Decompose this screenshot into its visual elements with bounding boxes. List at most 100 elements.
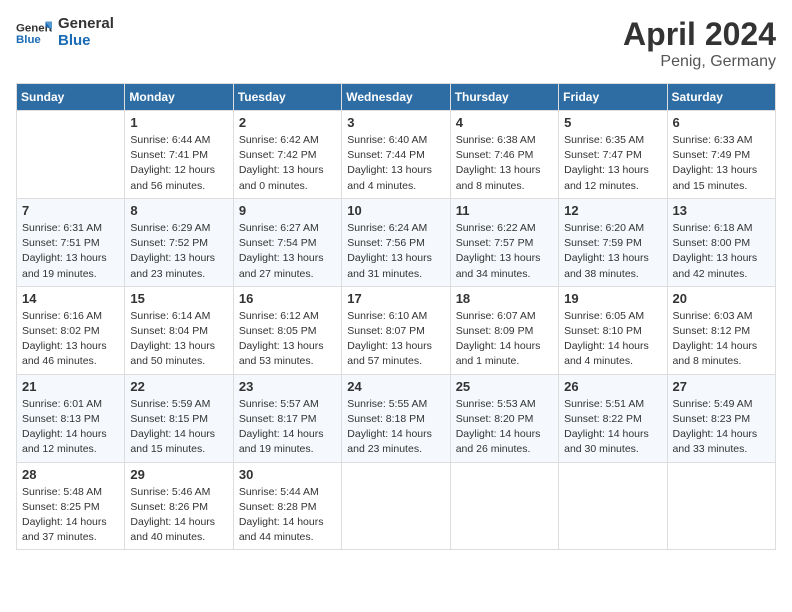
calendar-cell: 26 Sunrise: 5:51 AM Sunset: 8:22 PM Dayli… (559, 374, 667, 462)
day-info: Sunrise: 6:35 AM Sunset: 7:47 PM Dayligh… (564, 133, 661, 194)
calendar-cell: 19 Sunrise: 6:05 AM Sunset: 8:10 PM Dayli… (559, 286, 667, 374)
calendar-cell: 24 Sunrise: 5:55 AM Sunset: 8:18 PM Dayli… (342, 374, 450, 462)
calendar-cell: 25 Sunrise: 5:53 AM Sunset: 8:20 PM Dayli… (450, 374, 558, 462)
day-number: 4 (456, 115, 553, 130)
day-info: Sunrise: 6:29 AM Sunset: 7:52 PM Dayligh… (130, 221, 227, 282)
header-day-sunday: Sunday (17, 84, 125, 111)
day-number: 10 (347, 203, 444, 218)
day-number: 17 (347, 291, 444, 306)
day-number: 2 (239, 115, 336, 130)
calendar-cell: 4 Sunrise: 6:38 AM Sunset: 7:46 PM Daylig… (450, 111, 558, 199)
day-number: 14 (22, 291, 119, 306)
header-day-tuesday: Tuesday (233, 84, 341, 111)
calendar-cell (667, 462, 775, 550)
location-title: Penig, Germany (623, 53, 776, 71)
calendar-cell: 30 Sunrise: 5:44 AM Sunset: 8:28 PM Dayli… (233, 462, 341, 550)
day-number: 6 (673, 115, 770, 130)
day-info: Sunrise: 6:12 AM Sunset: 8:05 PM Dayligh… (239, 309, 336, 370)
calendar-week-2: 7 Sunrise: 6:31 AM Sunset: 7:51 PM Daylig… (17, 198, 776, 286)
calendar-week-1: 1 Sunrise: 6:44 AM Sunset: 7:41 PM Daylig… (17, 111, 776, 199)
day-info: Sunrise: 6:33 AM Sunset: 7:49 PM Dayligh… (673, 133, 770, 194)
calendar-week-5: 28 Sunrise: 5:48 AM Sunset: 8:25 PM Dayli… (17, 462, 776, 550)
svg-text:Blue: Blue (16, 33, 41, 45)
calendar-cell (559, 462, 667, 550)
logo: General Blue General Blue (16, 16, 114, 49)
day-info: Sunrise: 6:14 AM Sunset: 8:04 PM Dayligh… (130, 309, 227, 370)
day-info: Sunrise: 6:38 AM Sunset: 7:46 PM Dayligh… (456, 133, 553, 194)
logo-text-line2: Blue (58, 33, 114, 50)
day-number: 12 (564, 203, 661, 218)
day-info: Sunrise: 5:44 AM Sunset: 8:28 PM Dayligh… (239, 485, 336, 546)
calendar-cell: 11Sunrise: 6:22 AM Sunset: 7:57 PM Dayli… (450, 198, 558, 286)
day-number: 22 (130, 379, 227, 394)
day-number: 29 (130, 467, 227, 482)
calendar-cell: 5Sunrise: 6:35 AM Sunset: 7:47 PM Daylig… (559, 111, 667, 199)
day-info: Sunrise: 6:40 AM Sunset: 7:44 PM Dayligh… (347, 133, 444, 194)
day-info: Sunrise: 5:57 AM Sunset: 8:17 PM Dayligh… (239, 397, 336, 458)
calendar-week-4: 21Sunrise: 6:01 AM Sunset: 8:13 PM Dayli… (17, 374, 776, 462)
day-info: Sunrise: 6:03 AM Sunset: 8:12 PM Dayligh… (673, 309, 770, 370)
calendar-cell: 9 Sunrise: 6:27 AM Sunset: 7:54 PM Daylig… (233, 198, 341, 286)
day-number: 9 (239, 203, 336, 218)
calendar-cell: 6 Sunrise: 6:33 AM Sunset: 7:49 PM Daylig… (667, 111, 775, 199)
day-info: Sunrise: 6:07 AM Sunset: 8:09 PM Dayligh… (456, 309, 553, 370)
day-info: Sunrise: 5:46 AM Sunset: 8:26 PM Dayligh… (130, 485, 227, 546)
day-number: 21 (22, 379, 119, 394)
day-number: 28 (22, 467, 119, 482)
calendar-cell: 28 Sunrise: 5:48 AM Sunset: 8:25 PM Dayli… (17, 462, 125, 550)
day-info: Sunrise: 6:05 AM Sunset: 8:10 PM Dayligh… (564, 309, 661, 370)
day-number: 18 (456, 291, 553, 306)
calendar-cell: 22 Sunrise: 5:59 AM Sunset: 8:15 PM Dayli… (125, 374, 233, 462)
day-info: Sunrise: 6:42 AM Sunset: 7:42 PM Dayligh… (239, 133, 336, 194)
calendar-cell: 2 Sunrise: 6:42 AM Sunset: 7:42 PM Daylig… (233, 111, 341, 199)
day-info: Sunrise: 6:18 AM Sunset: 8:00 PM Dayligh… (673, 221, 770, 282)
day-number: 7 (22, 203, 119, 218)
day-number: 1 (130, 115, 227, 130)
page-header: General Blue General Blue April 2024 Pen… (16, 16, 776, 71)
month-title: April 2024 (623, 16, 776, 53)
day-info: Sunrise: 6:44 AM Sunset: 7:41 PM Dayligh… (130, 133, 227, 194)
calendar-cell: 15Sunrise: 6:14 AM Sunset: 8:04 PM Dayli… (125, 286, 233, 374)
calendar-cell: 18 Sunrise: 6:07 AM Sunset: 8:09 PM Dayli… (450, 286, 558, 374)
day-info: Sunrise: 5:59 AM Sunset: 8:15 PM Dayligh… (130, 397, 227, 458)
calendar-cell: 1 Sunrise: 6:44 AM Sunset: 7:41 PM Daylig… (125, 111, 233, 199)
calendar-cell (17, 111, 125, 199)
day-info: Sunrise: 5:51 AM Sunset: 8:22 PM Dayligh… (564, 397, 661, 458)
calendar-cell: 21Sunrise: 6:01 AM Sunset: 8:13 PM Dayli… (17, 374, 125, 462)
day-info: Sunrise: 6:27 AM Sunset: 7:54 PM Dayligh… (239, 221, 336, 282)
calendar-cell (342, 462, 450, 550)
day-info: Sunrise: 5:55 AM Sunset: 8:18 PM Dayligh… (347, 397, 444, 458)
day-info: Sunrise: 5:48 AM Sunset: 8:25 PM Dayligh… (22, 485, 119, 546)
day-info: Sunrise: 5:53 AM Sunset: 8:20 PM Dayligh… (456, 397, 553, 458)
logo-text-line1: General (58, 16, 114, 33)
logo-icon: General Blue (16, 18, 52, 48)
calendar-cell (450, 462, 558, 550)
day-number: 20 (673, 291, 770, 306)
day-number: 27 (673, 379, 770, 394)
calendar-cell: 3 Sunrise: 6:40 AM Sunset: 7:44 PM Daylig… (342, 111, 450, 199)
calendar-cell: 29 Sunrise: 5:46 AM Sunset: 8:26 PM Dayli… (125, 462, 233, 550)
day-info: Sunrise: 6:31 AM Sunset: 7:51 PM Dayligh… (22, 221, 119, 282)
day-number: 19 (564, 291, 661, 306)
day-info: Sunrise: 6:20 AM Sunset: 7:59 PM Dayligh… (564, 221, 661, 282)
day-info: Sunrise: 6:22 AM Sunset: 7:57 PM Dayligh… (456, 221, 553, 282)
calendar-header-row: SundayMondayTuesdayWednesdayThursdayFrid… (17, 84, 776, 111)
day-number: 8 (130, 203, 227, 218)
header-day-monday: Monday (125, 84, 233, 111)
day-number: 23 (239, 379, 336, 394)
day-number: 3 (347, 115, 444, 130)
header-day-thursday: Thursday (450, 84, 558, 111)
day-number: 13 (673, 203, 770, 218)
calendar-cell: 13 Sunrise: 6:18 AM Sunset: 8:00 PM Dayli… (667, 198, 775, 286)
header-day-friday: Friday (559, 84, 667, 111)
header-day-saturday: Saturday (667, 84, 775, 111)
calendar-cell: 14Sunrise: 6:16 AM Sunset: 8:02 PM Dayli… (17, 286, 125, 374)
calendar-cell: 27 Sunrise: 5:49 AM Sunset: 8:23 PM Dayli… (667, 374, 775, 462)
day-number: 26 (564, 379, 661, 394)
calendar-cell: 7 Sunrise: 6:31 AM Sunset: 7:51 PM Daylig… (17, 198, 125, 286)
day-number: 24 (347, 379, 444, 394)
day-number: 30 (239, 467, 336, 482)
day-info: Sunrise: 5:49 AM Sunset: 8:23 PM Dayligh… (673, 397, 770, 458)
calendar-cell: 12 Sunrise: 6:20 AM Sunset: 7:59 PM Dayli… (559, 198, 667, 286)
day-number: 25 (456, 379, 553, 394)
